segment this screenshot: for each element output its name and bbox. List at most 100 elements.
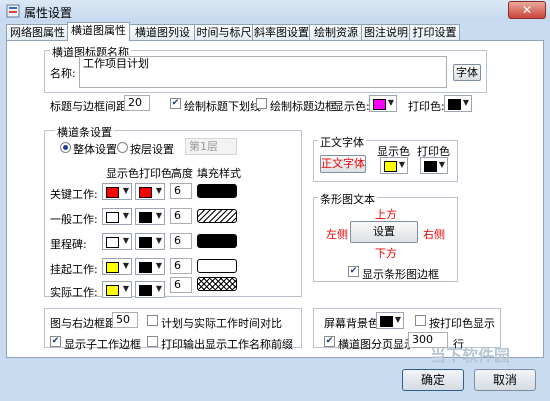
- bar-height-input[interactable]: 6: [170, 233, 192, 249]
- print-color-show-checkbox[interactable]: [415, 315, 426, 326]
- chevron-down-icon: ▼: [394, 315, 401, 324]
- title-display-color-dropdown[interactable]: ▼: [369, 95, 397, 112]
- tab-time-ruler[interactable]: 时间与标尺: [194, 24, 254, 40]
- spacing-input[interactable]: 20: [124, 95, 150, 111]
- chevron-down-icon: ▼: [155, 261, 162, 270]
- text-display-color-dropdown[interactable]: ▼: [380, 157, 408, 174]
- sub-border-label: 显示子工作边框: [64, 338, 141, 351]
- text-print-color-dropdown[interactable]: ▼: [420, 157, 448, 174]
- chevron-down-icon: ▼: [155, 186, 162, 195]
- title-print-color-dropdown[interactable]: ▼: [444, 95, 472, 112]
- chevron-down-icon: ▼: [122, 284, 129, 293]
- tab-resource[interactable]: 绘制资源图: [309, 24, 363, 54]
- text-font-legend: 正文字体: [318, 134, 366, 150]
- chevron-down-icon: ▼: [122, 236, 129, 245]
- title-print-color-label: 打印色:: [408, 100, 445, 113]
- underline-checkbox[interactable]: ✔: [170, 98, 181, 109]
- ok-button[interactable]: 确定: [402, 369, 464, 391]
- chevron-down-icon: ▼: [155, 284, 162, 293]
- tab-legend[interactable]: 图注说明: [361, 24, 411, 40]
- sub-border-checkbox[interactable]: ✔: [50, 336, 61, 347]
- tab-network[interactable]: 网络图属性: [6, 24, 69, 40]
- border-label: 绘制标题边框: [270, 100, 336, 113]
- bar-height-input[interactable]: 6: [170, 208, 192, 224]
- app-icon: [6, 4, 20, 18]
- bar-print-color-dropdown[interactable]: ▼: [135, 233, 165, 250]
- bar-group-legend: 横道条设置: [55, 124, 114, 140]
- col-print-header: 打印色: [139, 167, 172, 180]
- bar-text-bottom[interactable]: 下方: [375, 245, 397, 261]
- chevron-down-icon: ▼: [438, 160, 445, 169]
- print-name-checkbox[interactable]: [147, 336, 158, 347]
- bar-display-color-dropdown[interactable]: ▼: [102, 208, 132, 225]
- col-height-header: 高度: [171, 167, 193, 180]
- close-button[interactable]: ✕: [508, 1, 546, 19]
- bar-display-color-dropdown[interactable]: ▼: [102, 183, 132, 200]
- show-bar-border-label: 显示条形图边框: [362, 268, 439, 281]
- bar-text-top[interactable]: 上方: [375, 206, 397, 222]
- text-font-button[interactable]: 正文字体: [320, 155, 366, 173]
- cancel-button[interactable]: 取消: [474, 369, 536, 391]
- show-bar-border-checkbox[interactable]: ✔: [348, 266, 359, 277]
- chevron-down-icon: ▼: [155, 236, 162, 245]
- name-label: 名称:: [50, 67, 76, 80]
- layer-radio[interactable]: [117, 142, 128, 153]
- chevron-down-icon: ▼: [398, 160, 405, 169]
- bar-row-label: 挂起工作:: [50, 263, 98, 276]
- border-checkbox[interactable]: [256, 98, 267, 109]
- watermark-logo: 当下软件园: [430, 342, 545, 372]
- print-color-show-label: 按打印色显示: [429, 317, 495, 330]
- bar-print-color-dropdown[interactable]: ▼: [135, 183, 165, 200]
- overall-radio[interactable]: [60, 142, 71, 153]
- title-font-button[interactable]: 字体: [453, 64, 481, 81]
- window-title: 属性设置: [24, 6, 73, 20]
- fill-style-empty[interactable]: [197, 259, 237, 273]
- page-label: 横道图分页显示: [338, 338, 415, 351]
- bar-display-color-dropdown[interactable]: ▼: [102, 233, 132, 250]
- tab-slope[interactable]: 斜率图设置: [252, 24, 311, 40]
- watermark-text: 当下软件园: [430, 346, 511, 365]
- fill-style-solid[interactable]: [197, 184, 237, 198]
- screen-bg-color-dropdown[interactable]: ▼: [376, 312, 404, 329]
- margin-label: 图与右边框距:: [50, 317, 120, 330]
- tab-gantt-columns[interactable]: 横道图列设置: [129, 24, 196, 54]
- layer-select[interactable]: 第1层: [185, 138, 237, 155]
- bar-print-color-dropdown[interactable]: ▼: [135, 208, 165, 225]
- fill-style-cross[interactable]: [197, 277, 237, 291]
- print-name-label: 打印输出显示工作名称前缀: [161, 338, 293, 351]
- bar-height-input[interactable]: 6: [170, 258, 192, 274]
- tab-gantt-properties[interactable]: 横道图属性: [67, 22, 130, 41]
- compare-checkbox[interactable]: [147, 315, 158, 326]
- tab-print[interactable]: 打印设置: [409, 24, 460, 40]
- bar-row-label: 里程碑:: [50, 238, 87, 251]
- chevron-down-icon: ▼: [122, 261, 129, 270]
- bar-text-legend: 条形图文本: [318, 191, 377, 207]
- bar-row-label: 实际工作:: [50, 286, 98, 299]
- title-name-input[interactable]: 工作项目计划: [79, 56, 447, 88]
- overall-label: 整体设置: [73, 143, 117, 156]
- bar-text-right[interactable]: 右侧: [423, 226, 445, 242]
- layer-label: 按层设置: [130, 143, 174, 156]
- bar-height-input[interactable]: 6: [170, 183, 192, 199]
- chevron-down-icon: ▼: [462, 98, 469, 107]
- chevron-down-icon: ▼: [122, 211, 129, 220]
- bar-height-input[interactable]: 6: [170, 277, 192, 293]
- bar-print-color-dropdown[interactable]: ▼: [135, 281, 165, 298]
- tab-bar: 网络图属性 横道图属性 横道图列设置 时间与标尺 斜率图设置 绘制资源图 图注说…: [6, 22, 544, 54]
- fill-style-hatch[interactable]: [197, 209, 237, 223]
- bar-print-color-dropdown[interactable]: ▼: [135, 258, 165, 275]
- chevron-down-icon: ▼: [155, 211, 162, 220]
- bar-text-setting-button[interactable]: 设置: [350, 221, 418, 243]
- page-checkbox[interactable]: ✔: [324, 336, 335, 347]
- bar-row-label: 关键工作:: [50, 188, 98, 201]
- col-fill-header: 填充样式: [197, 167, 241, 180]
- bar-display-color-dropdown[interactable]: ▼: [102, 258, 132, 275]
- bar-display-color-dropdown[interactable]: ▼: [102, 281, 132, 298]
- underline-label: 绘制标题下划线: [184, 100, 261, 113]
- screen-bg-label: 屏幕背景色: [324, 317, 379, 330]
- bar-row-label: 一般工作:: [50, 213, 98, 226]
- spacing-label: 标题与边框间距:: [50, 100, 131, 113]
- fill-style-solid[interactable]: [197, 234, 237, 248]
- margin-input[interactable]: 50: [112, 312, 138, 328]
- bar-text-left[interactable]: 左侧: [326, 226, 348, 242]
